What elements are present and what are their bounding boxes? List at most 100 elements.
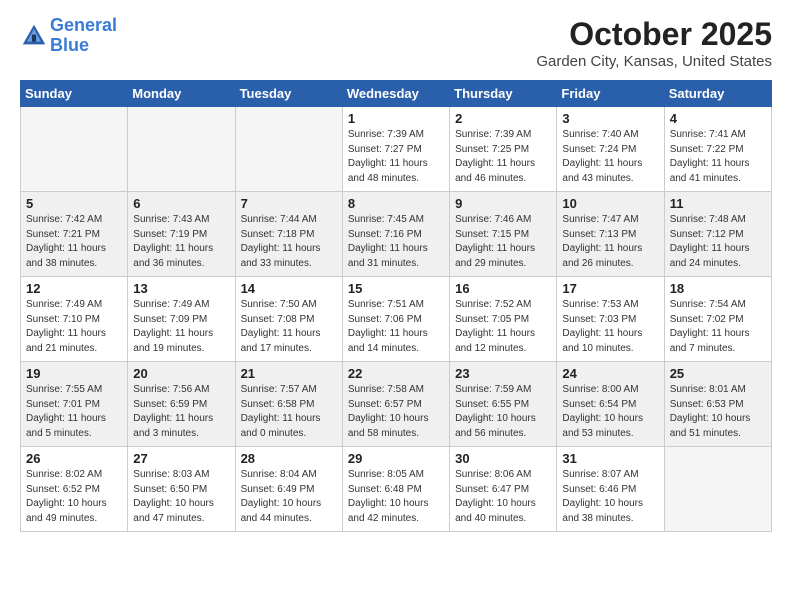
month-title: October 2025 [536, 16, 772, 53]
calendar-day-cell: 5Sunrise: 7:42 AM Sunset: 7:21 PM Daylig… [21, 192, 128, 277]
calendar-day-cell: 9 Sunrise: 7:46 AM Sunset: 7:15 PM Daylig… [450, 192, 557, 277]
day-number: 12 [26, 281, 122, 296]
day-info: Sunrise: 7:48 AM Sunset: 7:12 PM Dayligh… [670, 213, 766, 271]
weekday-header: Friday [557, 81, 664, 107]
day-info: Sunrise: 8:05 AM Sunset: 6:48 PM Dayligh… [348, 468, 444, 526]
day-info: Sunrise: 7:49 AM Sunset: 7:09 PM Dayligh… [133, 298, 229, 356]
day-number: 7 [241, 196, 337, 211]
day-number: 9 [455, 196, 551, 211]
day-number: 3 [562, 111, 658, 126]
calendar-day-cell: 1 Sunrise: 7:39 AM Sunset: 7:27 PM Daylig… [342, 107, 449, 192]
day-number: 1 [348, 111, 444, 126]
day-info: Sunrise: 7:50 AM Sunset: 7:08 PM Dayligh… [241, 298, 337, 356]
calendar-day-cell [128, 107, 235, 192]
calendar-day-cell [21, 107, 128, 192]
day-info: Sunrise: 7:40 AM Sunset: 7:24 PM Dayligh… [562, 128, 658, 186]
weekday-header: Wednesday [342, 81, 449, 107]
calendar-day-cell: 29 Sunrise: 8:05 AM Sunset: 6:48 PM Dayli… [342, 447, 449, 532]
weekday-header: Tuesday [235, 81, 342, 107]
day-info: Sunrise: 7:57 AM Sunset: 6:58 PM Dayligh… [241, 383, 337, 441]
calendar-day-cell: 31Sunrise: 8:07 AM Sunset: 6:46 PM Dayli… [557, 447, 664, 532]
day-number: 29 [348, 451, 444, 466]
day-info: Sunrise: 8:02 AM Sunset: 6:52 PM Dayligh… [26, 468, 122, 526]
day-number: 16 [455, 281, 551, 296]
day-number: 25 [670, 366, 766, 381]
day-info: Sunrise: 8:01 AM Sunset: 6:53 PM Dayligh… [670, 383, 766, 441]
calendar-day-cell: 25 Sunrise: 8:01 AM Sunset: 6:53 PM Dayli… [664, 362, 771, 447]
calendar-day-cell: 4Sunrise: 7:41 AM Sunset: 7:22 PM Daylig… [664, 107, 771, 192]
calendar-day-cell: 21 Sunrise: 7:57 AM Sunset: 6:58 PM Dayli… [235, 362, 342, 447]
calendar-day-cell: 6 Sunrise: 7:43 AM Sunset: 7:19 PM Daylig… [128, 192, 235, 277]
day-number: 28 [241, 451, 337, 466]
day-number: 8 [348, 196, 444, 211]
calendar-day-cell: 19 Sunrise: 7:55 AM Sunset: 7:01 PM Dayli… [21, 362, 128, 447]
calendar-day-cell: 27 Sunrise: 8:03 AM Sunset: 6:50 PM Dayli… [128, 447, 235, 532]
day-number: 23 [455, 366, 551, 381]
day-number: 11 [670, 196, 766, 211]
day-info: Sunrise: 7:39 AM Sunset: 7:27 PM Dayligh… [348, 128, 444, 186]
calendar-day-cell: 18 Sunrise: 7:54 AM Sunset: 7:02 PM Dayli… [664, 277, 771, 362]
calendar-day-cell: 26 Sunrise: 8:02 AM Sunset: 6:52 PM Dayli… [21, 447, 128, 532]
day-number: 15 [348, 281, 444, 296]
calendar-day-cell: 11 Sunrise: 7:48 AM Sunset: 7:12 PM Dayli… [664, 192, 771, 277]
calendar-day-cell: 23 Sunrise: 7:59 AM Sunset: 6:55 PM Dayli… [450, 362, 557, 447]
day-info: Sunrise: 7:44 AM Sunset: 7:18 PM Dayligh… [241, 213, 337, 271]
day-number: 6 [133, 196, 229, 211]
day-number: 19 [26, 366, 122, 381]
day-info: Sunrise: 7:55 AM Sunset: 7:01 PM Dayligh… [26, 383, 122, 441]
day-info: Sunrise: 8:03 AM Sunset: 6:50 PM Dayligh… [133, 468, 229, 526]
title-block: October 2025 Garden City, Kansas, United… [536, 16, 772, 70]
calendar-week-row: 1 Sunrise: 7:39 AM Sunset: 7:27 PM Daylig… [21, 107, 772, 192]
logo-icon [20, 22, 48, 50]
location: Garden City, Kansas, United States [536, 53, 772, 70]
calendar-day-cell: 3 Sunrise: 7:40 AM Sunset: 7:24 PM Daylig… [557, 107, 664, 192]
day-number: 27 [133, 451, 229, 466]
day-number: 13 [133, 281, 229, 296]
day-number: 18 [670, 281, 766, 296]
calendar-week-row: 12 Sunrise: 7:49 AM Sunset: 7:10 PM Dayli… [21, 277, 772, 362]
calendar-day-cell: 30 Sunrise: 8:06 AM Sunset: 6:47 PM Dayli… [450, 447, 557, 532]
day-number: 14 [241, 281, 337, 296]
day-info: Sunrise: 7:54 AM Sunset: 7:02 PM Dayligh… [670, 298, 766, 356]
calendar-week-row: 19 Sunrise: 7:55 AM Sunset: 7:01 PM Dayli… [21, 362, 772, 447]
day-info: Sunrise: 7:52 AM Sunset: 7:05 PM Dayligh… [455, 298, 551, 356]
day-number: 26 [26, 451, 122, 466]
weekday-header: Sunday [21, 81, 128, 107]
day-number: 2 [455, 111, 551, 126]
day-info: Sunrise: 7:51 AM Sunset: 7:06 PM Dayligh… [348, 298, 444, 356]
day-info: Sunrise: 7:42 AM Sunset: 7:21 PM Dayligh… [26, 213, 122, 271]
day-info: Sunrise: 7:43 AM Sunset: 7:19 PM Dayligh… [133, 213, 229, 271]
day-info: Sunrise: 8:00 AM Sunset: 6:54 PM Dayligh… [562, 383, 658, 441]
day-number: 30 [455, 451, 551, 466]
logo-text: General Blue [50, 16, 117, 56]
calendar-day-cell: 22Sunrise: 7:58 AM Sunset: 6:57 PM Dayli… [342, 362, 449, 447]
calendar-day-cell: 17Sunrise: 7:53 AM Sunset: 7:03 PM Dayli… [557, 277, 664, 362]
day-info: Sunrise: 7:46 AM Sunset: 7:15 PM Dayligh… [455, 213, 551, 271]
calendar-day-cell: 16 Sunrise: 7:52 AM Sunset: 7:05 PM Dayli… [450, 277, 557, 362]
day-number: 24 [562, 366, 658, 381]
calendar-day-cell: 24 Sunrise: 8:00 AM Sunset: 6:54 PM Dayli… [557, 362, 664, 447]
day-number: 10 [562, 196, 658, 211]
day-info: Sunrise: 7:56 AM Sunset: 6:59 PM Dayligh… [133, 383, 229, 441]
day-info: Sunrise: 7:39 AM Sunset: 7:25 PM Dayligh… [455, 128, 551, 186]
calendar-day-cell: 14 Sunrise: 7:50 AM Sunset: 7:08 PM Dayli… [235, 277, 342, 362]
calendar-header-row: SundayMondayTuesdayWednesdayThursdayFrid… [21, 81, 772, 107]
day-number: 21 [241, 366, 337, 381]
day-number: 31 [562, 451, 658, 466]
calendar-day-cell: 7 Sunrise: 7:44 AM Sunset: 7:18 PM Daylig… [235, 192, 342, 277]
calendar-day-cell: 8 Sunrise: 7:45 AM Sunset: 7:16 PM Daylig… [342, 192, 449, 277]
day-info: Sunrise: 7:47 AM Sunset: 7:13 PM Dayligh… [562, 213, 658, 271]
day-info: Sunrise: 8:04 AM Sunset: 6:49 PM Dayligh… [241, 468, 337, 526]
day-info: Sunrise: 8:06 AM Sunset: 6:47 PM Dayligh… [455, 468, 551, 526]
day-number: 22 [348, 366, 444, 381]
calendar-day-cell: 12 Sunrise: 7:49 AM Sunset: 7:10 PM Dayli… [21, 277, 128, 362]
day-info: Sunrise: 7:59 AM Sunset: 6:55 PM Dayligh… [455, 383, 551, 441]
day-info: Sunrise: 7:45 AM Sunset: 7:16 PM Dayligh… [348, 213, 444, 271]
calendar-day-cell: 10 Sunrise: 7:47 AM Sunset: 7:13 PM Dayli… [557, 192, 664, 277]
day-info: Sunrise: 7:49 AM Sunset: 7:10 PM Dayligh… [26, 298, 122, 356]
calendar-day-cell: 15 Sunrise: 7:51 AM Sunset: 7:06 PM Dayli… [342, 277, 449, 362]
day-number: 20 [133, 366, 229, 381]
calendar-day-cell [235, 107, 342, 192]
weekday-header: Thursday [450, 81, 557, 107]
calendar-day-cell: 13 Sunrise: 7:49 AM Sunset: 7:09 PM Dayli… [128, 277, 235, 362]
